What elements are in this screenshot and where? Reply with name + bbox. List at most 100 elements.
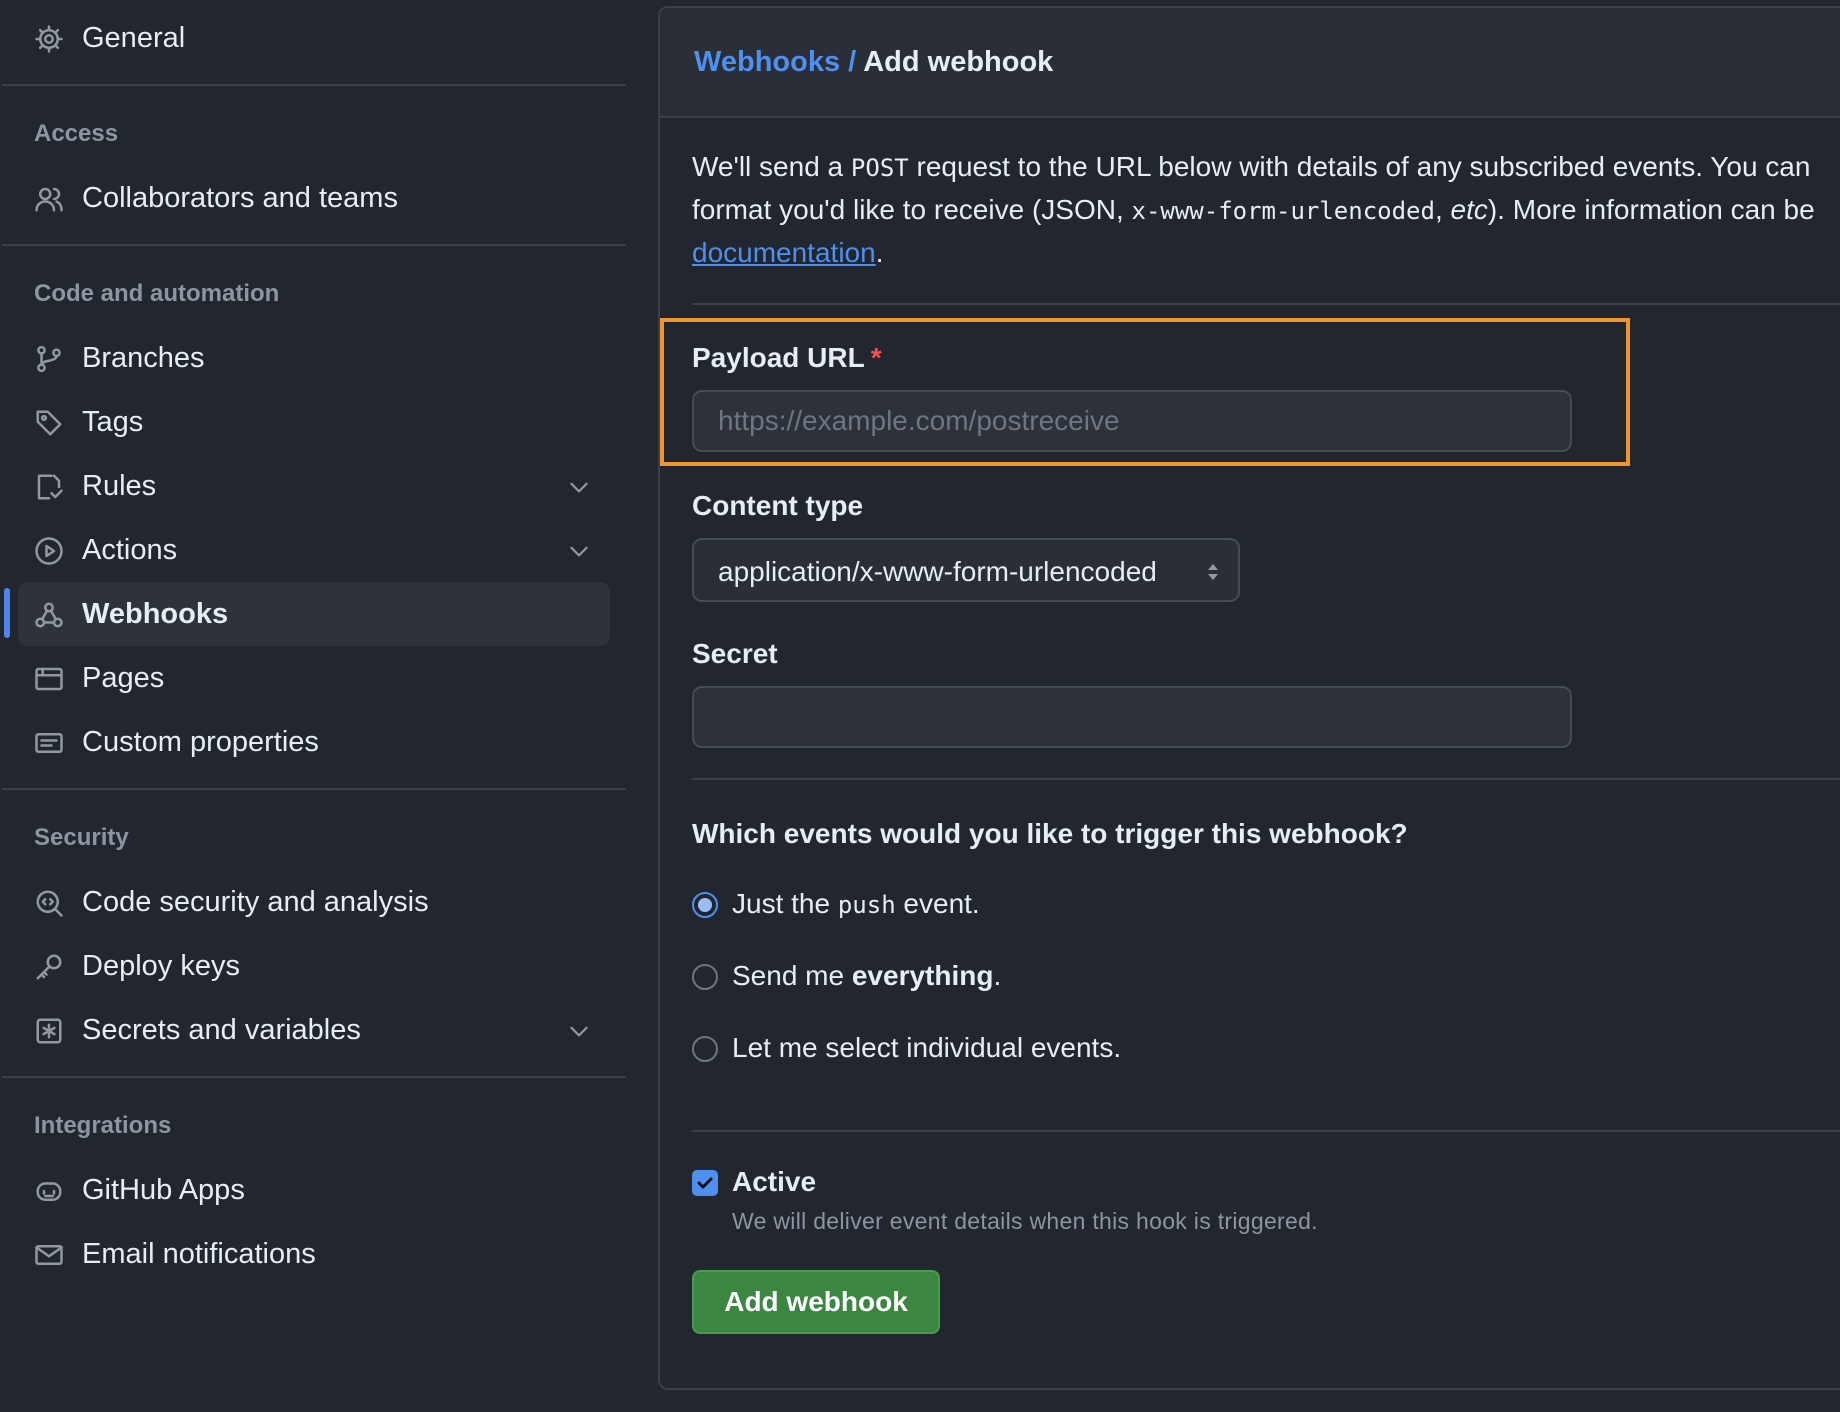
active-checkbox[interactable] [692, 1170, 718, 1196]
radio-everything[interactable] [692, 964, 718, 990]
sidebar-item-label: Email notifications [82, 1238, 316, 1270]
sidebar-item-label: Tags [82, 406, 144, 438]
secret-input[interactable] [692, 686, 1572, 748]
sidebar-item-label: Secrets and variables [82, 1014, 361, 1046]
note-icon [34, 728, 64, 758]
intro-text-part: format you'd like to receive (JSON, [692, 194, 1132, 225]
divider [2, 244, 626, 246]
rules-icon [34, 472, 64, 502]
content-type-value: application/x-www-form-urlencoded [718, 556, 1157, 587]
content-type-label: Content type [692, 490, 864, 521]
sidebar-item-label: GitHub Apps [82, 1174, 245, 1206]
code-urlencoded: x-www-form-urlencoded [1131, 197, 1435, 225]
webhook-icon [34, 600, 64, 630]
add-webhook-button[interactable]: Add webhook [692, 1270, 940, 1334]
radio-individual-label[interactable]: Let me select individual events. [732, 1032, 1121, 1064]
gear-icon [34, 24, 64, 54]
key-icon [34, 952, 64, 982]
sidebar-item-general[interactable]: General [18, 6, 610, 70]
divider [2, 1076, 626, 1078]
radio-push-text: Just the [732, 888, 838, 919]
breadcrumb-separator: / [848, 46, 857, 78]
sidebar-item-custom-properties[interactable]: Custom properties [18, 710, 610, 774]
sidebar-item-collaborators[interactable]: Collaborators and teams [18, 166, 610, 230]
breadcrumb: Webhooks / Add webhook [694, 46, 1053, 79]
radio-everything-label[interactable]: Send me everything. [732, 960, 1001, 992]
divider [692, 303, 1840, 305]
chevron-down-icon[interactable] [566, 1018, 592, 1044]
intro-text-part: request to the URL below with details of… [908, 151, 1811, 182]
radio-individual-events[interactable] [692, 1036, 718, 1062]
git-branch-icon [34, 344, 64, 374]
events-question: Which events would you like to trigger t… [692, 818, 1408, 849]
section-heading-integrations: Integrations [34, 1112, 172, 1139]
browser-icon [34, 664, 64, 694]
chevron-down-icon[interactable] [566, 474, 592, 500]
active-label[interactable]: Active [732, 1166, 816, 1198]
secret-label: Secret [692, 638, 778, 669]
divider [692, 778, 1840, 780]
sidebar-item-label: Pages [82, 662, 165, 694]
radio-everything-text: Send me [732, 960, 852, 991]
sidebar-item-label: Branches [82, 342, 205, 374]
sidebar-item-label: Code security and analysis [82, 886, 429, 918]
payload-url-label-text: Payload URL [692, 342, 865, 373]
sidebar-item-actions[interactable]: Actions [18, 518, 610, 582]
panel-header: Webhooks / Add webhook [660, 8, 1840, 118]
radio-push-text: event. [895, 888, 980, 919]
intro-text-part: . [875, 237, 884, 268]
intro-etc: etc [1450, 194, 1488, 225]
divider [2, 84, 626, 86]
payload-url-label: Payload URL * [692, 342, 882, 374]
required-asterisk: * [870, 342, 882, 373]
play-circle-icon [34, 536, 64, 566]
section-heading-access: Access [34, 120, 119, 147]
sidebar-item-branches[interactable]: Branches [18, 326, 610, 390]
robot-icon [34, 1176, 64, 1206]
intro-text-part: , [1434, 194, 1451, 225]
mail-icon [34, 1240, 64, 1270]
radio-push-label[interactable]: Just the push event. [732, 888, 980, 920]
checkmark-icon [697, 1177, 713, 1189]
sidebar-item-label: Actions [82, 534, 178, 566]
sidebar-item-github-apps[interactable]: GitHub Apps [18, 1158, 610, 1222]
section-heading-security: Security [34, 824, 129, 851]
intro-text: We'll send a POST request to the URL bel… [692, 146, 1840, 274]
breadcrumb-webhooks-link[interactable]: Webhooks [694, 46, 840, 78]
sidebar-item-rules[interactable]: Rules [18, 454, 610, 518]
select-arrows-icon [1204, 560, 1222, 589]
code-push: push [837, 891, 896, 919]
tag-icon [34, 408, 64, 438]
sidebar-item-label: Custom properties [82, 726, 319, 758]
sidebar-item-label: Deploy keys [82, 950, 240, 982]
active-description: We will deliver event details when this … [732, 1208, 1318, 1234]
radio-everything-text: . [993, 960, 1002, 991]
sidebar-item-deploy-keys[interactable]: Deploy keys [18, 934, 610, 998]
divider [692, 1130, 1840, 1132]
sidebar-item-tags[interactable]: Tags [18, 390, 610, 454]
sidebar-item-webhooks[interactable]: Webhooks [18, 582, 610, 646]
active-indicator [4, 588, 10, 638]
sidebar-item-secrets[interactable]: Secrets and variables [18, 998, 610, 1062]
intro-text-part: We'll send a [692, 151, 851, 182]
sidebar-item-label: General [82, 22, 186, 54]
sidebar-item-label: Collaborators and teams [82, 182, 398, 214]
documentation-link[interactable]: documentation [692, 237, 876, 268]
sidebar-item-label: Webhooks [82, 598, 229, 630]
sidebar-item-code-security[interactable]: Code security and analysis [18, 870, 610, 934]
divider [2, 788, 626, 790]
sidebar-item-pages[interactable]: Pages [18, 646, 610, 710]
page-title: Add webhook [863, 46, 1054, 78]
asterisk-box-icon [34, 1016, 64, 1046]
sidebar-item-email-notifications[interactable]: Email notifications [18, 1222, 610, 1286]
payload-url-input[interactable] [692, 390, 1572, 452]
radio-push-event[interactable] [692, 892, 718, 918]
code-post: POST [850, 154, 909, 182]
section-heading-code-automation: Code and automation [34, 280, 280, 307]
chevron-down-icon[interactable] [566, 538, 592, 564]
people-icon [34, 184, 64, 214]
content-type-select[interactable]: application/x-www-form-urlencoded [692, 538, 1240, 602]
intro-text-part: ). More information can be [1487, 194, 1815, 225]
radio-everything-bold: everything [851, 960, 994, 991]
codescan-icon [34, 888, 64, 918]
